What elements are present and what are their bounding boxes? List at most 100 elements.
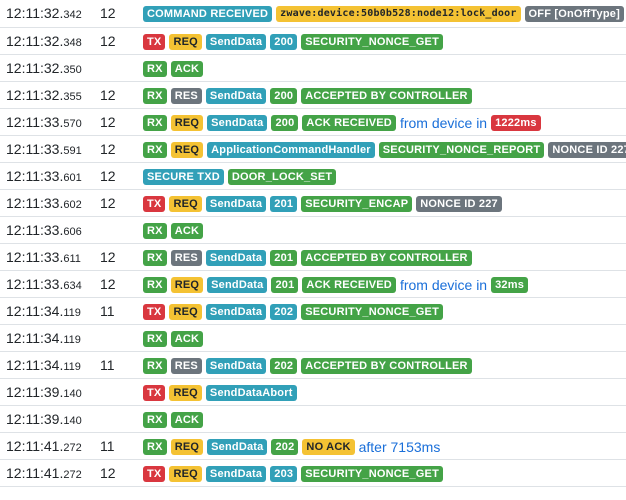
timestamp: 12:11:33.591 <box>6 136 82 165</box>
timestamp-milliseconds: 350 <box>63 64 82 76</box>
message-badges: TX REQ SendData 201 SECURITY_ENCAP NONCE ID 2… <box>143 190 506 217</box>
message-badge: SendData <box>207 114 268 131</box>
node-id: 12 <box>100 276 116 292</box>
message-badge: SendData <box>207 276 268 293</box>
message-badge: 201 <box>270 249 298 266</box>
message-badge: TX <box>143 195 166 212</box>
message-badges: RX RES SendData 200 ACCEPTED BY CONTROLLER <box>143 82 476 109</box>
timestamp-seconds: 12:11:33. <box>6 222 64 238</box>
message-badge: ACCEPTED BY CONTROLLER <box>301 357 472 374</box>
message-badge: ApplicationCommandHandler <box>207 141 375 158</box>
message-badges: RX REQ ApplicationCommandHandler SECURITY_N… <box>143 136 626 163</box>
node-id: 12 <box>100 168 116 184</box>
timestamp-milliseconds: 606 <box>63 226 82 238</box>
log-row: 12:11:32.348 12 TX REQ SendData 200 SECURITY_N… <box>0 28 626 55</box>
message-badge: REQ <box>169 303 202 320</box>
timestamp: 12:11:34.119 <box>6 298 81 327</box>
message-badge: 202 <box>271 438 299 455</box>
message-badge: RES <box>170 357 202 374</box>
timestamp: 12:11:33.570 <box>6 109 82 138</box>
node-id: 12 <box>100 141 116 157</box>
message-badge: RX <box>143 438 167 455</box>
node-id: 12 <box>100 195 116 211</box>
timestamp-seconds: 12:11:41. <box>6 438 64 454</box>
timestamp-milliseconds: 272 <box>63 442 82 454</box>
timestamp-seconds: 12:11:32. <box>6 60 64 76</box>
node-id: 12 <box>100 33 116 49</box>
timestamp-milliseconds: 601 <box>63 172 82 184</box>
log-row: 12:11:33.602 12 TX REQ SendData 201 SECURITY_E… <box>0 190 626 217</box>
log-row: 12:11:33.591 12 RX REQ ApplicationCommandHan… <box>0 136 626 163</box>
message-badge: DOOR_LOCK_SET <box>227 168 337 185</box>
message-badges: TX REQ SendDataAbort <box>143 379 301 406</box>
timestamp-milliseconds: 140 <box>63 415 82 427</box>
message-badge: SendData <box>205 465 267 482</box>
node-id: 12 <box>100 465 116 481</box>
message-badges: RX REQ SendData 200 ACK RECEIVED from device … <box>143 109 545 136</box>
timestamp: 12:11:32.350 <box>6 55 82 84</box>
message-badge: ACCEPTED BY CONTROLLER <box>301 249 472 266</box>
log-row: 12:11:33.570 12 RX REQ SendData 200 ACK RECEIV… <box>0 109 626 136</box>
message-badge: SendData <box>207 438 268 455</box>
message-badge: SendDataAbort <box>205 384 297 401</box>
message-badge: 32ms <box>491 276 529 293</box>
node-id: 12 <box>100 5 116 21</box>
message-badge: REQ <box>170 276 204 293</box>
message-badge: 201 <box>270 195 298 212</box>
message-badge: REQ <box>169 465 202 482</box>
message-badge: REQ <box>170 438 204 455</box>
message-badges: TX REQ SendData 203 SECURITY_NONCE_GET <box>143 460 447 487</box>
message-badge: RX <box>143 141 167 158</box>
timestamp-milliseconds: 272 <box>63 469 82 481</box>
timestamp: 12:11:32.342 <box>6 0 82 29</box>
message-badge: SECURITY_NONCE_GET <box>301 465 443 482</box>
timestamp: 12:11:33.611 <box>6 244 81 273</box>
message-badges: RX RES SendData 202 ACCEPTED BY CONTROLLER <box>143 352 476 379</box>
message-badge: NONCE ID 227 <box>416 195 502 212</box>
timestamp-seconds: 12:11:33. <box>6 195 64 211</box>
timestamp-milliseconds: 634 <box>63 280 82 292</box>
timestamp: 12:11:33.634 <box>6 271 82 300</box>
message-badge: RX <box>143 249 167 266</box>
timestamp-milliseconds: 602 <box>63 199 82 211</box>
message-badge: SendData <box>205 87 267 104</box>
timestamp-milliseconds: 355 <box>63 91 82 103</box>
timestamp-milliseconds: 591 <box>63 145 82 157</box>
timestamp-milliseconds: 570 <box>63 118 82 130</box>
message-badge: SECURITY_ENCAP <box>301 195 413 212</box>
message-badge: SendData <box>205 303 267 320</box>
log-row: 12:11:34.119 RX ACK <box>0 325 626 352</box>
message-badges: RX ACK <box>143 55 207 82</box>
message-badge: ACK RECEIVED <box>302 276 396 293</box>
log-row: 12:11:33.606 RX ACK <box>0 217 626 244</box>
message-badge: TX <box>143 303 166 320</box>
message-badge: NO ACK <box>302 438 355 455</box>
message-badge: SendData <box>205 195 267 212</box>
timestamp-seconds: 12:11:34. <box>6 357 64 373</box>
message-badge: 202 <box>270 357 298 374</box>
node-id: 12 <box>100 87 116 103</box>
message-badges: RX ACK <box>143 325 207 352</box>
message-badge: 1222ms <box>491 114 541 131</box>
message-badges: COMMAND RECEIVED zwave:device:50b0b528:no… <box>143 0 626 27</box>
message-badge: RX <box>143 276 167 293</box>
timestamp-seconds: 12:11:34. <box>6 330 64 346</box>
log-row: 12:11:32.350 RX ACK <box>0 55 626 82</box>
message-badges: RX ACK <box>143 406 207 433</box>
log-row: 12:11:41.272 12 TX REQ SendData 203 SECURITY_N… <box>0 460 626 487</box>
message-badge: ACK <box>170 330 204 347</box>
timestamp-milliseconds: 611 <box>63 253 81 265</box>
timestamp-milliseconds: 119 <box>63 361 81 373</box>
log-row: 12:11:32.355 12 RX RES SendData 200 ACCEPTED B… <box>0 82 626 109</box>
message-badge: zwave:device:50b0b528:node12:lock_door <box>276 5 521 22</box>
message-badges: RX REQ SendData 201 ACK RECEIVED from device … <box>143 271 532 298</box>
message-badge: REQ <box>169 195 202 212</box>
timestamp-milliseconds: 342 <box>63 9 82 21</box>
message-badge: SECURITY_NONCE_GET <box>301 303 443 320</box>
log-row: 12:11:39.140 RX ACK <box>0 406 626 433</box>
timestamp: 12:11:33.606 <box>6 217 82 246</box>
log-row: 12:11:33.611 12 RX RES SendData 201 ACCEPTED B… <box>0 244 626 271</box>
zwave-log-table: 12:11:32.342 12 COMMAND RECEIVED zwave:devi… <box>0 0 626 487</box>
timestamp-seconds: 12:11:33. <box>6 249 64 265</box>
message-badge: TX <box>143 465 166 482</box>
